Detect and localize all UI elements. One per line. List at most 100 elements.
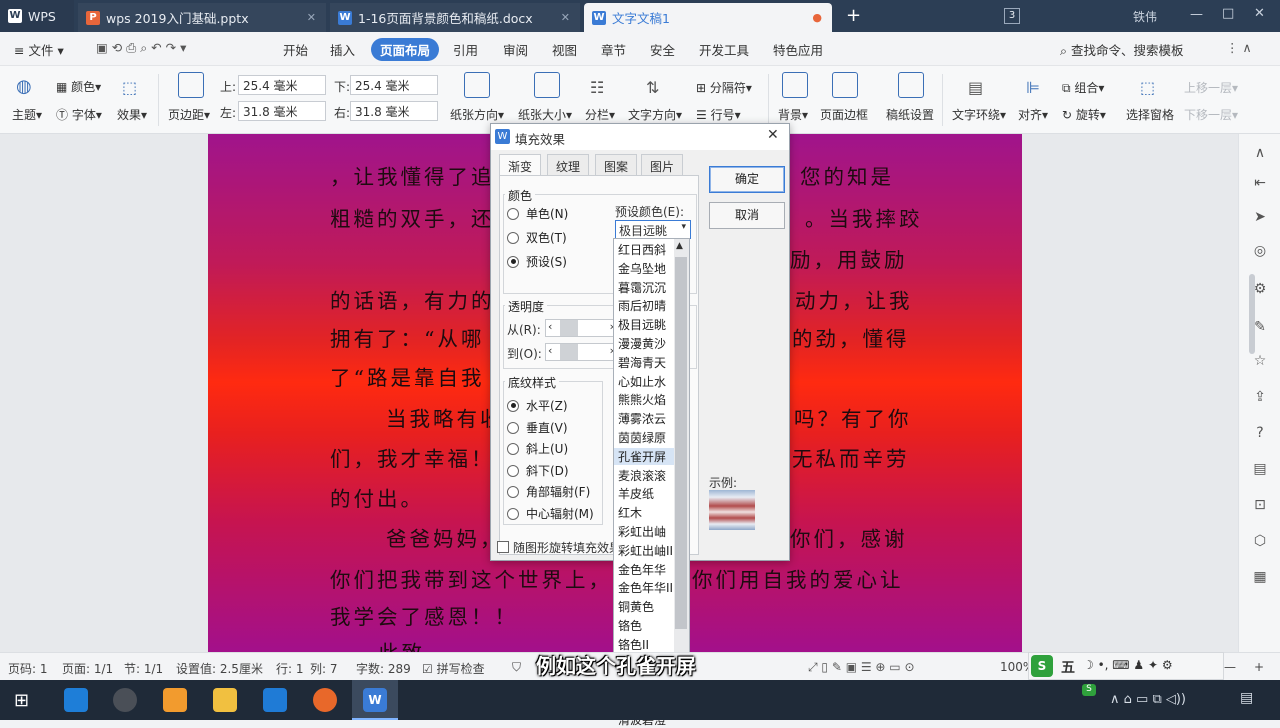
right-margin-input[interactable]: 31.8 毫米 xyxy=(350,101,438,121)
preset-list-item[interactable]: 金乌坠地 xyxy=(618,260,666,277)
obs-icon[interactable] xyxy=(113,688,137,712)
up-arrow-icon[interactable]: ∧ xyxy=(1251,144,1269,162)
preset-list-item[interactable]: 铜黄色 xyxy=(618,598,654,615)
radio-single-color[interactable]: 单色(N) xyxy=(507,205,568,222)
spell-check[interactable]: ☑ 拼写检查 xyxy=(422,660,485,677)
radio-horizontal[interactable]: 水平(Z) xyxy=(507,397,568,414)
group-button[interactable]: ⧉ 组合▾ xyxy=(1062,79,1104,96)
preset-color-dropdown[interactable]: ▲ ▼ 红日西斜金乌坠地暮霭沉沉雨后初晴极目远眺漫漫黄沙碧海青天心如止水熊熊火焰… xyxy=(613,238,690,727)
preset-list-item[interactable]: 铬色 xyxy=(618,617,642,634)
new-tab-icon[interactable]: + xyxy=(846,5,861,26)
radio-two-colors[interactable]: 双色(T) xyxy=(507,229,567,246)
menu-references[interactable]: 引用 xyxy=(453,40,478,59)
margin-button[interactable]: 页边距▾ xyxy=(168,106,210,123)
dropdown-scrollbar[interactable]: ▲ ▼ xyxy=(674,239,689,717)
left-margin-input[interactable]: 31.8 毫米 xyxy=(238,101,326,121)
layout-icon[interactable]: ▦ xyxy=(1251,568,1269,586)
tab-pptx[interactable]: P wps 2019入门基础.pptx ✕ xyxy=(78,3,326,32)
preset-list-item[interactable]: 熊熊火焰 xyxy=(618,391,666,408)
save-icon[interactable]: ▣ ⟲ ⎙ ⌕ ↶ ↷ ▾ xyxy=(96,40,186,56)
store-icon[interactable] xyxy=(263,688,287,712)
radio-from-corner[interactable]: 角部辐射(F) xyxy=(507,483,590,500)
view-icons[interactable]: ⤢ ▯ ✎ ▣ ☰ ⊕ ▭ ⊙ xyxy=(808,660,915,675)
file-explorer-icon[interactable] xyxy=(213,688,237,712)
radio-diagonal-down[interactable]: 斜下(D) xyxy=(507,462,569,479)
navigate-icon[interactable]: ⬡ xyxy=(1251,532,1269,550)
align-button[interactable]: 对齐▾ xyxy=(1018,106,1048,123)
crop-icon[interactable]: ⊡ xyxy=(1251,496,1269,514)
preset-list-item[interactable]: 红日西斜 xyxy=(618,241,666,258)
preset-list-item[interactable]: 极目远眺 xyxy=(618,316,666,333)
firefox-icon[interactable] xyxy=(313,688,337,712)
preset-list-item[interactable]: 孔雀开屏 xyxy=(614,447,674,465)
menu-review[interactable]: 审阅 xyxy=(503,40,528,59)
effect-button[interactable]: 效果▾ xyxy=(117,106,147,123)
menu-view[interactable]: 视图 xyxy=(552,40,577,59)
page-border-button[interactable]: 页面边框 xyxy=(820,106,868,123)
windows-start-icon[interactable]: ⊞ xyxy=(14,690,29,711)
menu-page-layout[interactable]: 页面布局 xyxy=(371,38,440,61)
preset-list-item[interactable]: 金色年华II xyxy=(618,579,673,596)
preset-list-item[interactable]: 金色年华 xyxy=(618,561,666,578)
close-window-icon[interactable]: ✕ xyxy=(1254,6,1265,21)
close-icon[interactable]: ✕ xyxy=(307,11,316,24)
orientation-button[interactable]: 纸张方向▾ xyxy=(450,106,504,123)
preset-list-item[interactable]: 碧海青天 xyxy=(618,354,666,371)
help-icon[interactable]: ? xyxy=(1251,424,1269,442)
collapse-icon[interactable]: ⇤ xyxy=(1251,174,1269,192)
sogou-icon[interactable]: S xyxy=(1031,655,1053,677)
tab-picture[interactable]: 图片 xyxy=(641,154,684,176)
preset-color-select[interactable]: 极目远眺 ▾ xyxy=(615,220,691,239)
top-margin-input[interactable]: 25.4 毫米 xyxy=(238,75,326,95)
radio-vertical[interactable]: 垂直(V) xyxy=(507,419,568,436)
grid-paper-button[interactable]: 稿纸设置 xyxy=(886,106,934,123)
theme-button[interactable]: 主题▾ xyxy=(12,106,42,123)
preset-list-item[interactable]: 茵茵绿原 xyxy=(618,429,666,446)
preset-list-item[interactable]: 麦浪滚滚 xyxy=(618,467,666,484)
ime-tools-icons[interactable]: ☽ •, ⌨ ♟ ✦ ⚙ xyxy=(1083,658,1173,672)
columns-button[interactable]: 分栏▾ xyxy=(585,106,615,123)
file-menu[interactable]: ≡ 文件 ▾ xyxy=(14,40,64,59)
search-command[interactable]: ⌕ 查找命令、搜索模板 xyxy=(1060,40,1184,59)
text-direction-button[interactable]: 文字方向▾ xyxy=(628,106,682,123)
ime-mode[interactable]: 五 xyxy=(1061,657,1075,677)
more-icon[interactable]: ⋮ ∧ xyxy=(1226,40,1252,55)
from-slider[interactable]: ‹ › xyxy=(545,319,617,337)
menu-developer[interactable]: 开发工具 xyxy=(699,40,749,59)
rotate-button[interactable]: ↻ 旋转▾ xyxy=(1062,106,1106,123)
menu-special[interactable]: 特色应用 xyxy=(773,40,823,59)
paper-size-button[interactable]: 纸张大小▾ xyxy=(518,106,572,123)
zoom-out-icon[interactable]: — xyxy=(1224,660,1236,674)
tab-pattern[interactable]: 图案 xyxy=(595,154,638,176)
ok-button[interactable]: 确定 xyxy=(709,166,785,193)
preset-list-item[interactable]: 心如止水 xyxy=(618,373,666,390)
tab-gradient[interactable]: 渐变 xyxy=(499,154,542,176)
sogou-tray-icon[interactable]: S xyxy=(1082,684,1096,696)
menu-home[interactable]: 开始 xyxy=(283,40,308,59)
preset-list-item[interactable]: 漫漫黄沙 xyxy=(618,335,666,352)
select-icon[interactable]: ➤ xyxy=(1251,208,1269,226)
radio-from-center[interactable]: 中心辐射(M) xyxy=(507,505,594,522)
preset-list-item[interactable]: 羊皮纸 xyxy=(618,485,654,502)
close-icon[interactable]: ✕ xyxy=(561,11,570,24)
preset-list-item[interactable]: 薄雾浓云 xyxy=(618,410,666,427)
line-number-button[interactable]: ☰ 行号▾ xyxy=(696,106,741,123)
scrollbar-thumb[interactable] xyxy=(1249,274,1255,354)
preset-list-item[interactable]: 红木 xyxy=(618,504,642,521)
menu-security[interactable]: 安全 xyxy=(650,40,675,59)
to-slider[interactable]: ‹ › xyxy=(545,343,617,361)
font-button[interactable]: Ⓣ 字体▾ xyxy=(56,106,102,123)
tab-docx[interactable]: W 1-16页面背景颜色和稿纸.docx ✕ xyxy=(330,3,580,32)
wrap-button[interactable]: 文字环绕▾ xyxy=(952,106,1006,123)
star-icon[interactable]: ☆ xyxy=(1251,352,1269,370)
close-icon[interactable]: ✕ xyxy=(767,127,779,143)
preset-list-item[interactable]: 彩虹出岫 xyxy=(618,523,666,540)
preset-list-item[interactable]: 暮霭沉沉 xyxy=(618,279,666,296)
tab-new-doc[interactable]: W 文字文稿1 ● xyxy=(584,3,832,32)
wps-home-tab[interactable]: W WPS xyxy=(0,0,74,32)
breaks-button[interactable]: ⊞ 分隔符▾ xyxy=(696,79,752,96)
tab-count-badge[interactable]: 3 xyxy=(1004,8,1020,24)
select-pane-button[interactable]: 选择窗格 xyxy=(1126,106,1174,123)
preset-list-item[interactable]: 雨后初晴 xyxy=(618,297,666,314)
bottom-margin-input[interactable]: 25.4 毫米 xyxy=(350,75,438,95)
